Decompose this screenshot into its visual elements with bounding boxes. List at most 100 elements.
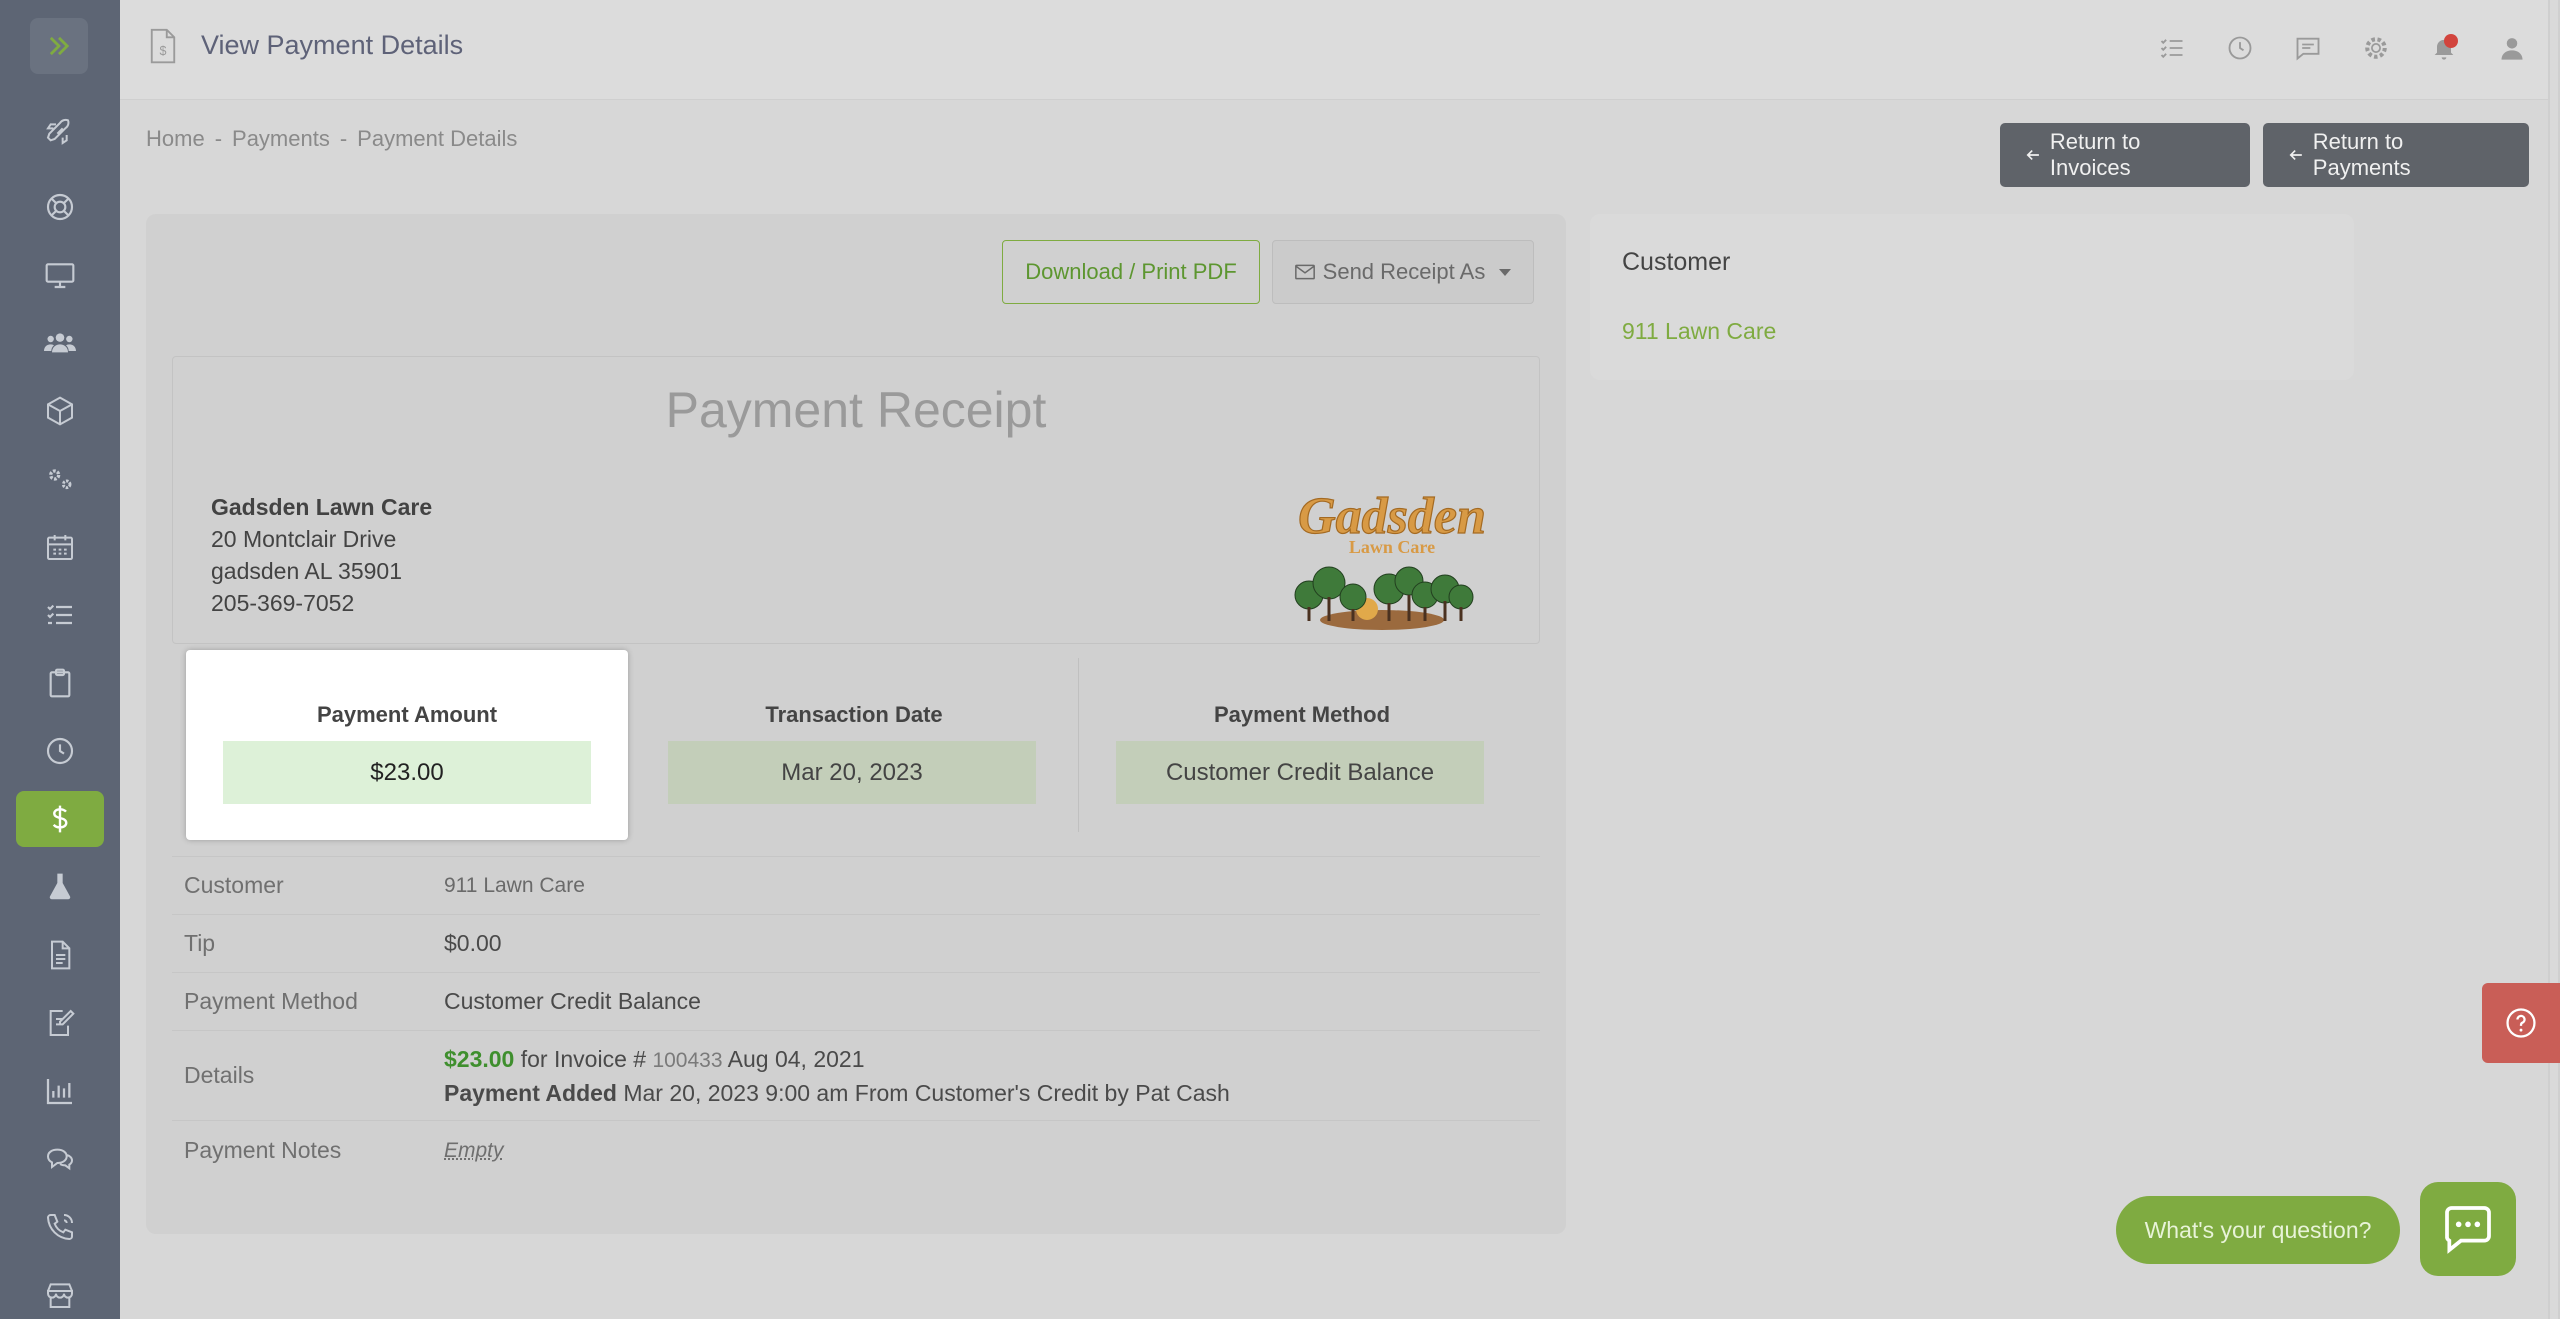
tip-value: $0.00 bbox=[444, 930, 502, 956]
receipt-header: Payment Receipt Gadsden Lawn Care 20 Mon… bbox=[172, 356, 1540, 644]
sidebar-item-estimates[interactable] bbox=[16, 655, 104, 711]
sidebar-item-store[interactable] bbox=[16, 1267, 104, 1319]
box-icon bbox=[47, 396, 73, 426]
breadcrumb: Home - Payments - Payment Details bbox=[146, 126, 517, 152]
settings-button[interactable] bbox=[2358, 30, 2394, 66]
customer-card: Customer 911 Lawn Care bbox=[1590, 214, 2354, 380]
user-menu-button[interactable] bbox=[2494, 30, 2530, 66]
payment-method-card: Payment Method Customer Credit Balance bbox=[1078, 650, 1526, 840]
clock-icon bbox=[2228, 36, 2252, 60]
company-info: Gadsden Lawn Care 20 Montclair Drive gad… bbox=[211, 491, 432, 619]
payment-notes-editable[interactable]: Empty bbox=[444, 1139, 504, 1163]
rocket-icon bbox=[46, 118, 70, 145]
help-button[interactable] bbox=[2482, 983, 2560, 1063]
chart-icon bbox=[46, 1079, 72, 1105]
sidebar-item-getting-started[interactable] bbox=[16, 103, 104, 159]
download-print-pdf-button[interactable]: Download / Print PDF bbox=[1002, 240, 1260, 304]
question-circle-icon bbox=[2506, 1008, 2536, 1038]
return-to-invoices-button[interactable]: Return to Invoices bbox=[2000, 123, 2250, 187]
sidebar-item-calls[interactable] bbox=[16, 1199, 104, 1255]
gears-icon bbox=[49, 469, 72, 490]
history-button[interactable] bbox=[2222, 30, 2258, 66]
scrollbar[interactable] bbox=[2548, 0, 2560, 1319]
payment-added-text: Mar 20, 2023 9:00 am From Customer's Cre… bbox=[623, 1079, 1230, 1106]
page-title: View Payment Details bbox=[201, 30, 464, 60]
payment-method-detail: Customer Credit Balance bbox=[444, 988, 701, 1014]
company-logo: Gadsden Lawn Care bbox=[1294, 487, 1486, 630]
scrollbar-thumb[interactable] bbox=[2550, 0, 2558, 1319]
envelope-icon bbox=[1294, 264, 1315, 280]
customer-link[interactable]: 911 Lawn Care bbox=[444, 874, 585, 898]
sidebar-item-products[interactable] bbox=[16, 383, 104, 439]
customer-card-link[interactable]: 911 Lawn Care bbox=[1622, 318, 1776, 345]
sidebar-item-tasks[interactable] bbox=[16, 587, 104, 643]
sidebar-item-contracts[interactable] bbox=[16, 995, 104, 1051]
sidebar-item-help[interactable] bbox=[16, 179, 104, 235]
transaction-date-card: Transaction Date Mar 20, 2023 bbox=[630, 650, 1078, 840]
company-phone: 205-369-7052 bbox=[211, 590, 355, 616]
sidebar-item-reports[interactable] bbox=[16, 1063, 104, 1119]
chat-icon bbox=[2296, 37, 2320, 61]
notifications-button[interactable] bbox=[2426, 30, 2462, 66]
payment-amount-card: Payment Amount $23.00 bbox=[186, 650, 628, 840]
flask-icon bbox=[49, 873, 71, 900]
payment-method-label: Payment Method bbox=[1213, 702, 1391, 727]
logo-text-sub: Lawn Care bbox=[1349, 537, 1435, 557]
details-amount: $23.00 bbox=[444, 1045, 515, 1072]
arrow-left-icon bbox=[2026, 149, 2039, 161]
breadcrumb-home[interactable]: Home bbox=[146, 126, 205, 152]
invoice-number-link[interactable]: 100433 bbox=[652, 1049, 722, 1072]
clipboard-icon bbox=[49, 668, 71, 698]
calendar-icon bbox=[47, 535, 73, 560]
company-name: Gadsden Lawn Care bbox=[211, 494, 433, 520]
invoice-date: Aug 04, 2021 bbox=[727, 1045, 865, 1072]
return-to-payments-button[interactable]: Return to Payments bbox=[2263, 123, 2529, 187]
sidebar-item-dashboard[interactable] bbox=[16, 247, 104, 303]
invoice-document-icon: $ bbox=[150, 28, 176, 64]
sidebar-item-invoices[interactable] bbox=[16, 927, 104, 983]
sidebar-item-payments[interactable] bbox=[16, 791, 104, 847]
notification-badge bbox=[2444, 34, 2458, 48]
return-to-invoices-label: Return to Invoices bbox=[2049, 129, 2141, 180]
sidebar-item-timesheets[interactable] bbox=[16, 723, 104, 779]
sidebar-item-chemicals[interactable] bbox=[16, 859, 104, 915]
detail-row-tip: Tip $0.00 bbox=[172, 914, 1540, 972]
messages-button[interactable] bbox=[2290, 30, 2326, 66]
detail-label: Customer bbox=[184, 872, 284, 898]
lifebuoy-icon bbox=[46, 193, 74, 221]
phone-icon bbox=[46, 1214, 73, 1241]
breadcrumb-current: Payment Details bbox=[357, 126, 518, 151]
sidebar-item-messages[interactable] bbox=[16, 1131, 104, 1187]
sidebar-item-services[interactable] bbox=[16, 451, 104, 507]
clock-icon bbox=[46, 737, 74, 765]
sidebar bbox=[0, 0, 120, 1319]
list-icon bbox=[47, 604, 72, 625]
customer-card-heading: Customer bbox=[1622, 248, 1731, 276]
detail-row-details: Details $23.00 for Invoice # 100433 Aug … bbox=[172, 1030, 1540, 1120]
chat-launcher-button[interactable] bbox=[2420, 1182, 2516, 1276]
store-icon bbox=[47, 1283, 73, 1308]
send-receipt-label: Send Receipt As bbox=[1322, 259, 1486, 284]
chat-prompt-bubble[interactable]: What's your question? bbox=[2116, 1196, 2400, 1264]
checklist-icon bbox=[2160, 39, 2183, 59]
detail-row-customer: Customer 911 Lawn Care bbox=[172, 856, 1540, 914]
chevron-down-icon bbox=[1499, 268, 1512, 276]
sidebar-item-calendar[interactable] bbox=[16, 519, 104, 575]
monitor-icon bbox=[45, 263, 75, 289]
sidebar-item-customers[interactable] bbox=[16, 315, 104, 371]
send-receipt-dropdown[interactable]: Send Receipt As bbox=[1272, 240, 1534, 304]
detail-label: Payment Method bbox=[184, 988, 358, 1014]
double-chevron-right-icon bbox=[49, 36, 70, 56]
comments-icon bbox=[46, 1148, 74, 1171]
document-icon bbox=[51, 940, 71, 970]
detail-label: Tip bbox=[184, 930, 216, 956]
breadcrumb-payments[interactable]: Payments bbox=[232, 126, 330, 152]
payment-summary: Payment Amount $23.00 Transaction Date M… bbox=[172, 650, 1540, 840]
svg-text:$: $ bbox=[160, 44, 167, 58]
sidebar-toggle-button[interactable] bbox=[30, 18, 88, 74]
tasks-button[interactable] bbox=[2154, 30, 2190, 66]
topbar: $ View Payment Details bbox=[120, 0, 2560, 100]
dollar-icon bbox=[52, 805, 68, 833]
gear-icon bbox=[2365, 37, 2387, 59]
detail-row-notes: Payment Notes Empty bbox=[172, 1120, 1540, 1180]
